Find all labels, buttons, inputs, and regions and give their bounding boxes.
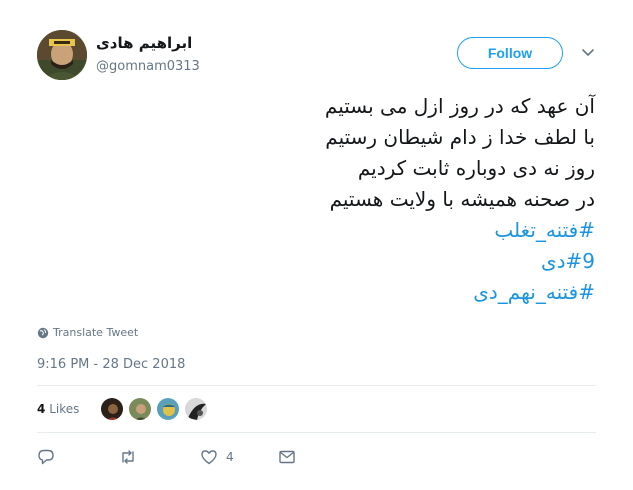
like-button[interactable]: 4 bbox=[200, 448, 234, 466]
liker-avatar[interactable] bbox=[128, 397, 152, 421]
reply-icon bbox=[38, 449, 54, 465]
envelope-icon bbox=[279, 450, 295, 464]
tweet-text: آن عهد که در روز ازل می بستیم با لطف خدا… bbox=[35, 91, 595, 308]
liker-avatar[interactable] bbox=[100, 397, 124, 421]
liker-avatar[interactable] bbox=[156, 397, 180, 421]
author-handle[interactable]: @gomnam0313 bbox=[96, 59, 200, 74]
tweet-line: در صحنه همیشه با ولایت هستیم bbox=[329, 187, 595, 211]
hashtag-link[interactable]: #9دی bbox=[541, 249, 595, 273]
globe-icon bbox=[37, 327, 49, 338]
translate-tweet-link[interactable]: Translate Tweet bbox=[37, 326, 138, 339]
tweet-line: روز نه دی دوباره ثابت کردیم bbox=[357, 156, 595, 180]
divider bbox=[37, 432, 596, 433]
liker-avatar[interactable] bbox=[184, 397, 208, 421]
tweet-line: آن عهد که در روز ازل می بستیم bbox=[324, 94, 595, 118]
avatar-image bbox=[37, 30, 87, 80]
likes-label: Likes bbox=[49, 402, 80, 416]
translate-label: Translate Tweet bbox=[53, 326, 139, 339]
author-avatar[interactable] bbox=[37, 30, 87, 80]
retweet-button[interactable] bbox=[119, 448, 137, 466]
chevron-down-icon[interactable] bbox=[580, 44, 596, 60]
author-display-name[interactable]: ابراهیم هادی bbox=[96, 34, 192, 52]
likes-count: 4 bbox=[37, 402, 46, 416]
follow-button[interactable]: Follow bbox=[457, 37, 563, 69]
tweet-line: با لطف خدا ز دام شیطان رستیم bbox=[325, 125, 595, 149]
reply-button[interactable] bbox=[37, 448, 55, 466]
direct-message-button[interactable] bbox=[278, 448, 296, 466]
liker-avatars bbox=[100, 397, 212, 421]
retweet-icon bbox=[122, 450, 134, 464]
heart-icon bbox=[201, 450, 217, 465]
divider bbox=[37, 385, 596, 386]
likes-summary[interactable]: 4 Likes bbox=[37, 402, 79, 416]
hashtag-link[interactable]: #فتنه_نهم_دی bbox=[473, 280, 595, 304]
hashtag-link[interactable]: #فتنه_تغلب bbox=[494, 218, 595, 242]
tweet-timestamp[interactable]: 9:16 PM - 28 Dec 2018 bbox=[37, 357, 185, 372]
like-count: 4 bbox=[226, 450, 234, 464]
